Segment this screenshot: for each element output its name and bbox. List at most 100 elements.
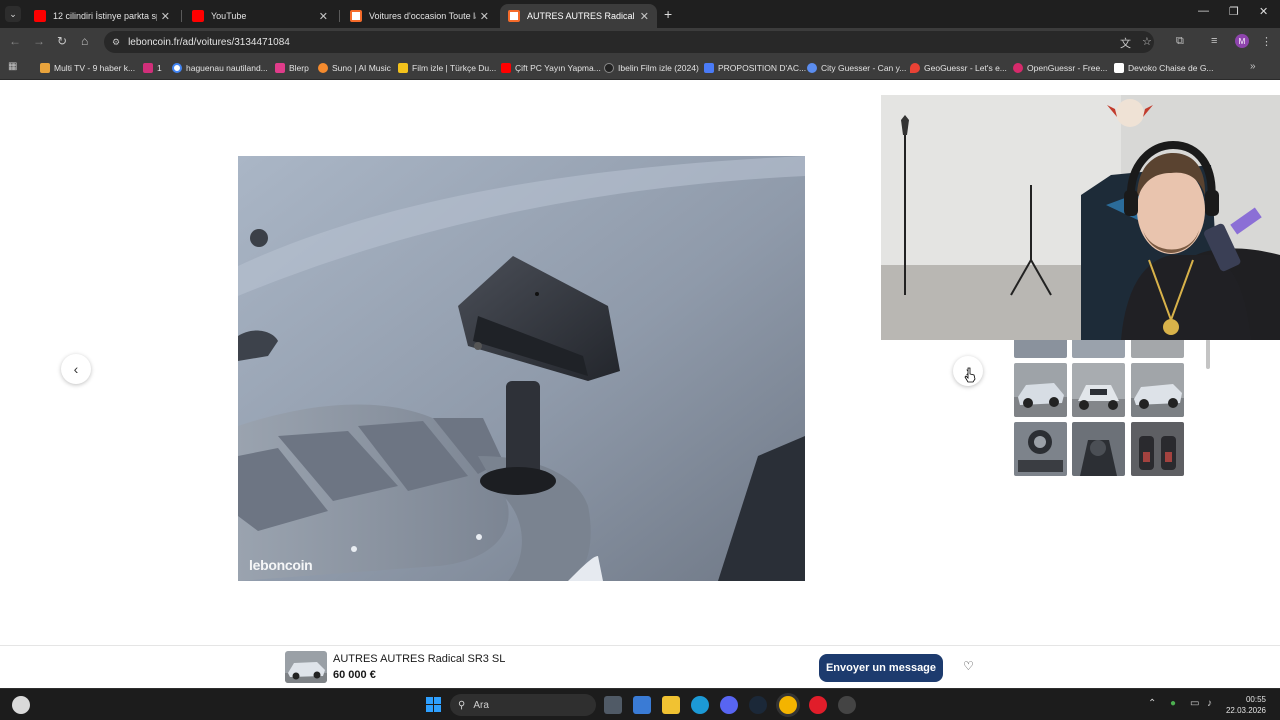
docs-icon (704, 63, 714, 73)
bookmark-label: OpenGuessr - Free... (1027, 63, 1108, 73)
bookmark-item[interactable]: Ibelin Film izle (2024) (604, 60, 699, 76)
home-icon[interactable]: ⌂ (81, 34, 88, 48)
reload-icon[interactable]: ↻ (57, 34, 67, 48)
close-icon[interactable]: ✕ (161, 10, 170, 23)
listing-sticky-bar: AUTRES AUTRES Radical SR3 SL 60 000 € En… (0, 645, 1280, 688)
bookmark-item[interactable]: OpenGuessr - Free... (1013, 60, 1107, 76)
car-thumbnail-image (1072, 363, 1125, 417)
chrome-icon[interactable] (779, 696, 797, 714)
openguessr-icon (1013, 63, 1023, 73)
minimize-icon[interactable]: — (1198, 5, 1209, 17)
gallery-main-photo[interactable]: leboncoin (238, 156, 805, 581)
bookmark-star-icon[interactable]: ☆ (1142, 35, 1152, 48)
thumbnail[interactable] (1131, 422, 1184, 476)
bookmark-item[interactable]: GeoGuessr - Let's e... (910, 60, 1007, 76)
bookmark-item[interactable]: Devoko Chaise de G... (1114, 60, 1214, 76)
hand-cursor-icon (964, 367, 976, 383)
thumbnail[interactable] (1131, 363, 1184, 417)
microphone-icon[interactable]: ● (1170, 698, 1176, 709)
heart-icon[interactable]: ♡ (963, 659, 974, 673)
tab-leboncoin-listing[interactable]: Voitures d'occasion Toute la Fra ✕ (342, 4, 497, 28)
bookmark-label: Blerp (289, 63, 309, 73)
volume-icon[interactable]: ♪ (1207, 698, 1212, 709)
windows-start-icon[interactable] (426, 697, 441, 712)
car-thumbnail-image (1131, 363, 1184, 417)
bookmark-item[interactable]: haguenau nautiland... (172, 60, 268, 76)
tab-youtube-video[interactable]: 12 cilindiri İstinye parkta spotti ✕ (26, 4, 178, 28)
bookmark-item[interactable]: Film izle | Türkçe Du... (398, 60, 496, 76)
bookmark-label: Devoko Chaise de G... (1128, 63, 1214, 73)
system-clock[interactable]: 00:55 22.03.2026 (1222, 694, 1266, 716)
thumbnail[interactable] (1072, 422, 1125, 476)
weather-widget-icon[interactable] (12, 696, 30, 714)
translate-icon[interactable]: 文 (1120, 35, 1131, 51)
bookmark-item[interactable]: Suno | AI Music (318, 60, 391, 76)
blerp-icon (275, 63, 285, 73)
profile-avatar[interactable]: M (1235, 34, 1249, 48)
forward-icon[interactable]: → (33, 34, 45, 48)
bookmark-item[interactable]: Blerp (275, 60, 309, 76)
edge-icon[interactable] (691, 696, 709, 714)
tab-separator (339, 10, 340, 22)
bookmark-item[interactable]: 1 (143, 60, 162, 76)
bookmark-label: 1 (157, 63, 162, 73)
thumbnail-scrollbar[interactable] (1206, 339, 1210, 369)
thumbnail-strip (1014, 336, 1189, 476)
obs-icon[interactable] (838, 696, 856, 714)
bookmark-label: Film izle | Türkçe Du... (412, 63, 497, 73)
photo-watermark: leboncoin (249, 557, 313, 573)
youtube-icon (192, 10, 204, 22)
streamer-webcam-image (881, 95, 1280, 340)
thumbnail[interactable] (1072, 363, 1125, 417)
previous-photo-button[interactable]: ‹ (61, 354, 91, 384)
search-placeholder: Ara (473, 699, 489, 711)
bookmark-label: haguenau nautiland... (186, 63, 268, 73)
film-icon (398, 63, 408, 73)
close-icon[interactable]: ✕ (319, 10, 328, 23)
thumbnail[interactable] (1014, 363, 1067, 417)
tab-title: 12 cilindiri İstinye parkta spotti (53, 11, 157, 21)
site-info-icon[interactable]: ⚙ (112, 37, 120, 48)
close-window-icon[interactable]: ✕ (1259, 5, 1268, 18)
bookmarks-bar: ▦ Multi TV - 9 haber k... 1 haguenau nau… (0, 56, 1280, 80)
tab-radical-sr3[interactable]: AUTRES AUTRES Radical SR3 SL ✕ (500, 4, 657, 28)
car-interior-thumbnail (1014, 422, 1067, 476)
back-icon[interactable]: ← (9, 34, 21, 48)
send-message-button[interactable]: Envoyer un message (819, 654, 943, 682)
media-controls-icon[interactable]: ≡ (1211, 35, 1217, 47)
address-bar[interactable]: ⚙ leboncoin.fr/ad/voitures/3134471084 (104, 31, 1154, 53)
chevron-up-icon[interactable]: ⌃ (1148, 698, 1156, 709)
opera-icon[interactable] (809, 696, 827, 714)
file-explorer-icon[interactable] (662, 696, 680, 714)
browser-tab-strip: ⌄ 12 cilindiri İstinye parkta spotti ✕ Y… (0, 0, 1280, 28)
bookmark-item[interactable]: City Guesser - Can y... (807, 60, 906, 76)
close-icon[interactable]: ✕ (480, 10, 489, 23)
discord-icon[interactable] (720, 696, 738, 714)
tab-search-button[interactable]: ⌄ (5, 6, 21, 22)
task-view-icon[interactable] (604, 696, 622, 714)
globe-icon (807, 63, 817, 73)
steam-icon[interactable] (749, 696, 767, 714)
bookmark-item[interactable]: Multi TV - 9 haber k... (40, 60, 135, 76)
leboncoin-icon (350, 10, 362, 22)
store-icon[interactable] (633, 696, 651, 714)
car-thumbnail-image (1014, 363, 1067, 417)
close-icon[interactable]: ✕ (640, 10, 649, 23)
google-icon (172, 63, 182, 73)
bookmarks-overflow-icon[interactable]: » (1250, 61, 1256, 72)
tab-youtube[interactable]: YouTube ✕ (184, 4, 336, 28)
url-text[interactable]: leboncoin.fr/ad/voitures/3134471084 (128, 37, 290, 48)
bookmark-item[interactable]: Çift PC Yayın Yapma... (501, 60, 601, 76)
new-tab-button[interactable]: + (664, 6, 672, 22)
menu-icon[interactable]: ⋮ (1261, 35, 1272, 48)
browser-toolbar: ← → ↻ ⌂ ⚙ leboncoin.fr/ad/voitures/31344… (0, 28, 1280, 56)
listing-price: 60 000 € (333, 669, 376, 681)
extensions-icon[interactable]: ⧉ (1176, 35, 1184, 48)
apps-grid-icon[interactable]: ▦ (8, 61, 17, 72)
restore-icon[interactable]: ❐ (1229, 5, 1239, 18)
bookmark-item[interactable]: PROPOSITION D'AC... (704, 60, 806, 76)
thumbnail[interactable] (1014, 422, 1067, 476)
taskbar-search[interactable]: ⚲ Ara (450, 694, 596, 716)
network-icon[interactable]: ▭ (1190, 698, 1199, 709)
bookmark-label: PROPOSITION D'AC... (718, 63, 807, 73)
